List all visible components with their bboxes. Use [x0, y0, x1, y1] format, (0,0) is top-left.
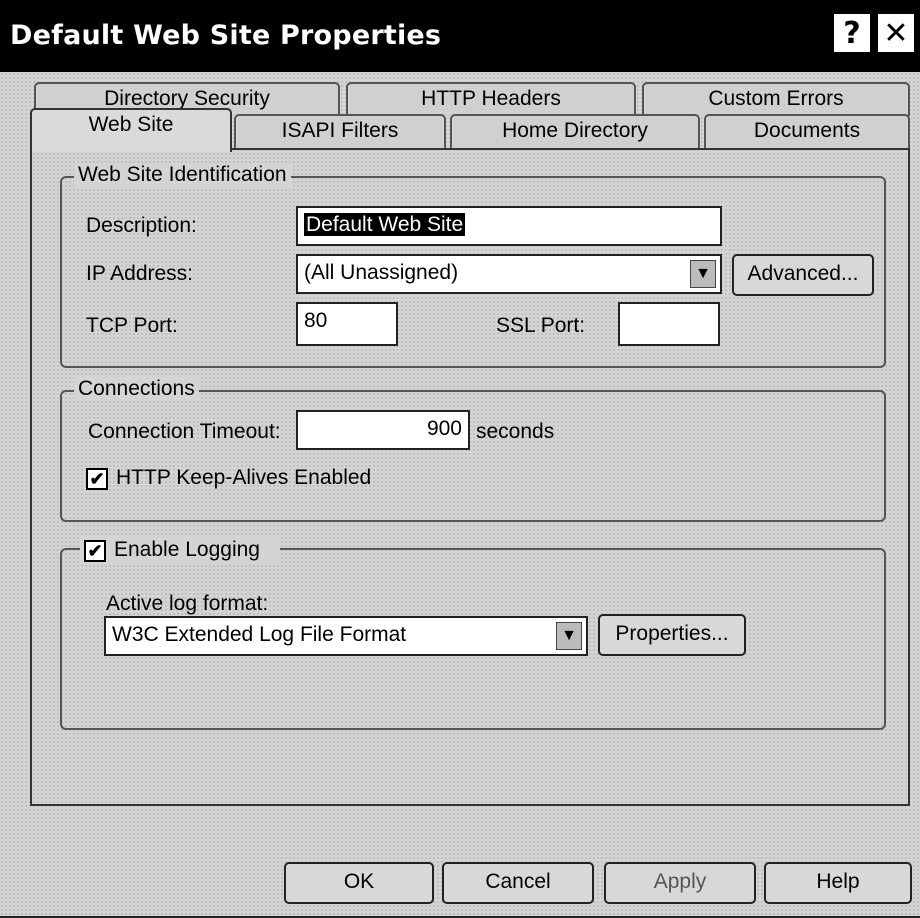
tab-documents[interactable]: Documents — [704, 114, 910, 148]
connection-timeout-input[interactable]: 900 — [296, 410, 470, 450]
tab-http-headers[interactable]: HTTP Headers — [346, 82, 636, 116]
ip-address-label: IP Address: — [86, 262, 194, 285]
chevron-down-icon[interactable]: ▼ — [556, 622, 582, 650]
tab-isapi-filters[interactable]: ISAPI Filters — [234, 114, 446, 148]
apply-button[interactable]: Apply — [604, 862, 756, 904]
tcp-port-input[interactable]: 80 — [296, 302, 398, 346]
timeout-unit-label: seconds — [476, 420, 555, 443]
chevron-down-icon[interactable]: ▼ — [690, 260, 716, 288]
ssl-port-label: SSL Port: — [496, 314, 586, 337]
window-title: Default Web Site Properties — [10, 20, 442, 51]
advanced-button[interactable]: Advanced... — [732, 254, 874, 296]
log-format-value: W3C Extended Log File Format — [112, 623, 407, 646]
help-button[interactable]: Help — [764, 862, 912, 904]
title-bar: Default Web Site Properties ? ✕ — [0, 0, 920, 72]
tcp-port-label: TCP Port: — [86, 314, 178, 337]
group-legend: Connections — [74, 377, 199, 401]
help-question-icon[interactable]: ? — [832, 12, 872, 54]
log-properties-button[interactable]: Properties... — [598, 614, 746, 656]
group-legend: Web Site Identification — [74, 163, 291, 187]
description-input[interactable]: Default Web Site — [296, 206, 722, 246]
ok-button[interactable]: OK — [284, 862, 434, 904]
enable-logging-checkbox[interactable]: ✔ — [84, 540, 106, 562]
keepalive-label[interactable]: HTTP Keep-Alives Enabled — [116, 466, 371, 490]
tab-home-directory[interactable]: Home Directory — [450, 114, 700, 148]
properties-dialog: Default Web Site Properties ? ✕ Director… — [0, 0, 920, 918]
ip-address-value: (All Unassigned) — [304, 261, 459, 284]
ssl-port-input[interactable] — [618, 302, 720, 346]
connection-timeout-label: Connection Timeout: — [88, 420, 281, 443]
cancel-button[interactable]: Cancel — [442, 862, 594, 904]
enable-logging-label[interactable]: Enable Logging — [114, 538, 260, 562]
description-value: Default Web Site — [304, 213, 466, 236]
log-format-select[interactable]: W3C Extended Log File Format ▼ — [104, 616, 588, 656]
description-label: Description: — [86, 214, 197, 237]
close-icon[interactable]: ✕ — [876, 12, 916, 54]
group-connections: Connections — [60, 377, 886, 522]
tab-custom-errors[interactable]: Custom Errors — [642, 82, 910, 116]
active-log-format-label: Active log format: — [106, 592, 269, 615]
ip-address-select[interactable]: (All Unassigned) ▼ — [296, 254, 722, 294]
tab-web-site[interactable]: Web Site — [30, 108, 232, 152]
keepalive-checkbox[interactable]: ✔ — [86, 468, 108, 490]
